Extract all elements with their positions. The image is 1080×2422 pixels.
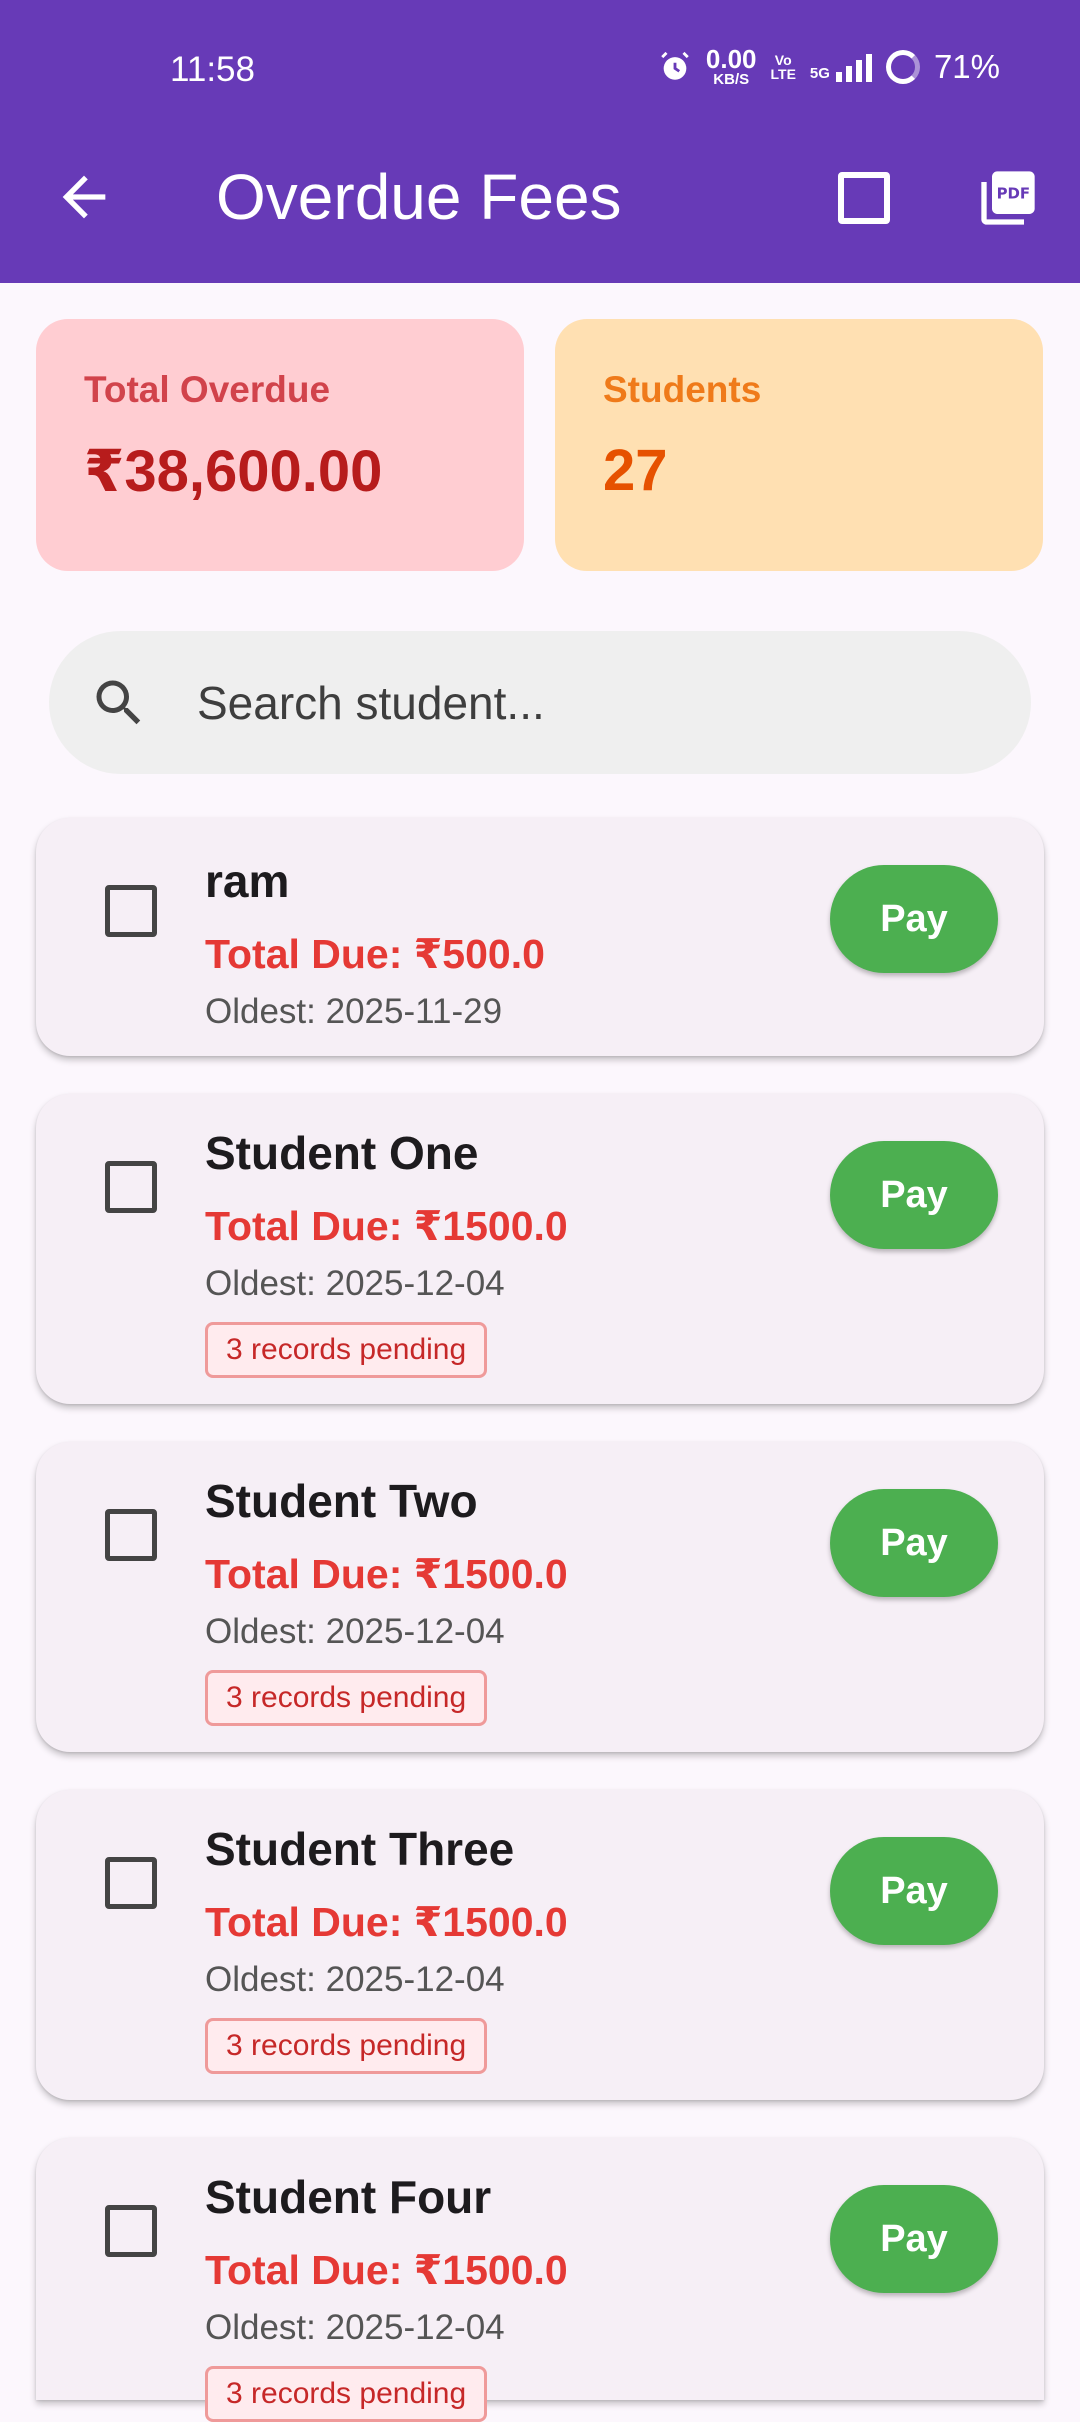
arrow-back-icon [62,175,106,219]
student-name: Student Four [205,2171,492,2223]
students-count-card: Students 27 [555,319,1043,571]
student-total-due: Total Due: ₹1500.0 [205,1203,568,1249]
student-oldest-date: Oldest: 2025-12-04 [205,1264,505,1303]
student-total-due: Total Due: ₹500.0 [205,931,545,977]
search-icon [96,680,141,724]
signal-indicator: 5G [810,52,872,82]
student-card: Student One Total Due: ₹1500.0 Oldest: 2… [36,1094,1044,1404]
student-name: Student Two [205,1475,478,1527]
pay-button[interactable]: Pay [830,1141,998,1249]
student-checkbox[interactable] [105,885,157,937]
total-overdue-label: Total Overdue [84,369,331,410]
student-info: Student Two Total Due: ₹1500.0 Oldest: 2… [205,1474,568,1726]
pay-button[interactable]: Pay [830,2185,998,2293]
pay-button[interactable]: Pay [830,1489,998,1597]
app-bar: 11:58 0.00 KB/S Vo LTE 5G 71% Overdue Fe… [0,0,1080,283]
status-time: 11:58 [170,50,255,89]
student-card: Student Three Total Due: ₹1500.0 Oldest:… [36,1790,1044,2100]
search-input[interactable] [197,675,897,730]
student-info: Student Three Total Due: ₹1500.0 Oldest:… [205,1822,568,2074]
student-total-due: Total Due: ₹1500.0 [205,1899,568,1945]
student-info: Student One Total Due: ₹1500.0 Oldest: 2… [205,1126,568,1378]
alarm-icon [661,51,689,80]
student-info: Student Four Total Due: ₹1500.0 Oldest: … [205,2170,568,2422]
student-card: Student Two Total Due: ₹1500.0 Oldest: 2… [36,1442,1044,1752]
net-speed-value: 0.00 [705,44,757,74]
signal-bars-icon [835,52,872,82]
pending-records-badge: 3 records pending [205,2366,488,2422]
back-button[interactable] [52,165,116,229]
select-all-button[interactable] [836,170,892,226]
checkbox-outline-icon [838,172,890,224]
student-oldest-date: Oldest: 2025-12-04 [205,2308,505,2347]
student-name: Student Three [205,1823,515,1875]
export-pdf-button[interactable]: PDF [976,166,1040,230]
student-card: ram Total Due: ₹500.0 Oldest: 2025-11-29… [36,818,1044,1056]
battery-icon [885,49,920,84]
search-bar[interactable] [49,631,1031,774]
student-oldest-date: Oldest: 2025-12-04 [205,1612,505,1651]
student-checkbox[interactable] [105,1509,157,1561]
students-count-value: 27 [603,438,668,503]
student-name: Student One [205,1127,479,1179]
status-icons: 0.00 KB/S Vo LTE 5G 71% [658,46,1000,87]
student-checkbox[interactable] [105,1161,157,1213]
volte-indicator: Vo LTE [770,51,796,82]
total-overdue-card: Total Overdue ₹38,600.00 [36,319,524,571]
battery-percent: 71% [933,47,1000,85]
student-total-due: Total Due: ₹1500.0 [205,1551,568,1597]
student-checkbox[interactable] [105,1857,157,1909]
student-card: Student Four Total Due: ₹1500.0 Oldest: … [36,2138,1044,2422]
net-speed-unit: KB/S [713,71,750,88]
pay-button[interactable]: Pay [830,865,998,973]
net-speed: 0.00 KB/S [706,46,757,87]
network-type: 5G [809,64,830,82]
student-name: ram [205,855,290,907]
svg-text:PDF: PDF [997,185,1031,203]
student-oldest-date: Oldest: 2025-11-29 [205,992,503,1031]
pending-records-badge: 3 records pending [205,2018,488,2074]
pdf-icon: PDF [981,171,1035,225]
page-title: Overdue Fees [216,161,622,233]
students-count-label: Students [603,369,762,410]
total-overdue-value: ₹38,600.00 [84,439,383,504]
student-total-due: Total Due: ₹1500.0 [205,2247,568,2293]
student-info: ram Total Due: ₹500.0 Oldest: 2025-11-29 [205,854,545,1032]
student-checkbox[interactable] [105,2205,157,2257]
student-oldest-date: Oldest: 2025-12-04 [205,1960,505,1999]
pending-records-badge: 3 records pending [205,1322,488,1378]
pending-records-badge: 3 records pending [205,1670,488,1726]
pay-button[interactable]: Pay [830,1837,998,1945]
